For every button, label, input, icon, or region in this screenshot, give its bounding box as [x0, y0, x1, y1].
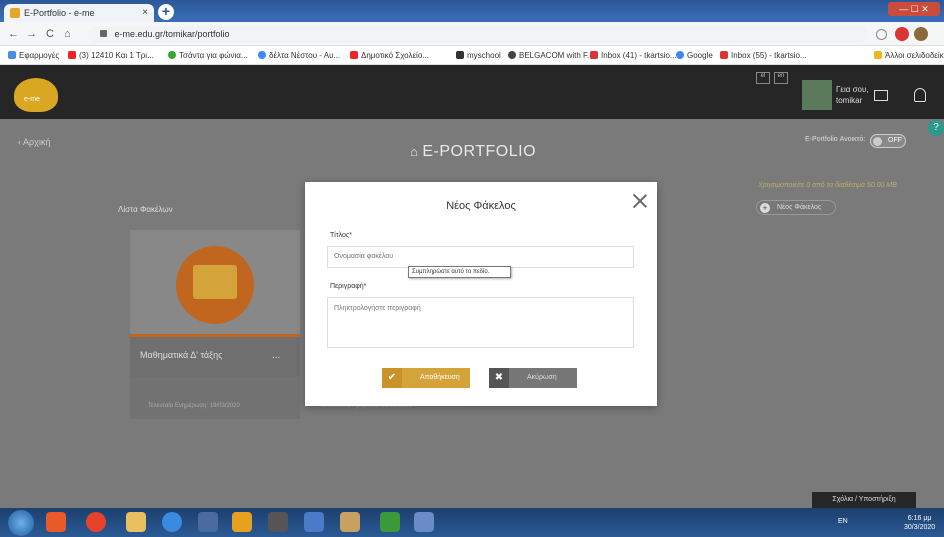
new-folder-modal	[305, 182, 657, 406]
tab-close-icon[interactable]: ×	[142, 7, 148, 18]
bookmark-item[interactable]: Inbox (41) - tkartsio...	[590, 51, 677, 60]
apps-grid-icon	[8, 51, 16, 59]
clock-date: 30/3/2020	[904, 524, 936, 531]
app-icon[interactable]	[414, 512, 434, 532]
lock-icon	[100, 30, 107, 37]
avatar[interactable]	[802, 80, 832, 110]
folder-icon	[193, 265, 237, 299]
lang-en-button[interactable]: en	[774, 72, 788, 84]
app-icon[interactable]	[380, 512, 400, 532]
e-me-logo[interactable]: e-me	[14, 78, 58, 112]
bookmark-apps[interactable]: Εφαρμογές	[8, 51, 59, 60]
bookmark-item[interactable]: BELGACOM with F...	[508, 51, 594, 60]
bookmark-item[interactable]: Τσάντα για φώνια...	[168, 51, 248, 60]
clock-time: 6:16 μμ	[907, 515, 932, 522]
help-icon[interactable]: ?	[928, 120, 944, 136]
clock[interactable]: 6:16 μμ 30/3/2020	[904, 514, 935, 532]
app-icon[interactable]	[198, 512, 218, 532]
validation-tooltip: Συμπληρώστε αυτό το πεδίο.	[408, 266, 511, 278]
chrome-icon[interactable]	[86, 512, 106, 532]
user-greeting[interactable]: Γεια σου, tomikar	[836, 84, 869, 106]
description-label: Περιγραφή*	[330, 283, 367, 290]
card-meta	[130, 377, 300, 419]
ie-icon[interactable]	[162, 512, 182, 532]
folder-title-input[interactable]: Ονομασία φακέλου	[327, 246, 634, 268]
bookmark-item[interactable]: Google	[676, 51, 713, 60]
portfolio-open-toggle[interactable]: OFF	[870, 134, 906, 148]
bookmarks-bar: Εφαρμογές (3) 12410 Και 1 Τρι... Τσάντα …	[0, 46, 944, 65]
page-title: ⌂ E-PORTFOLIO	[410, 143, 537, 160]
pi-icon	[456, 51, 464, 59]
tab-title: E-Portfolio - e-me	[24, 8, 95, 18]
site-icon	[168, 51, 176, 59]
bell-icon[interactable]	[914, 88, 926, 102]
gmail-icon	[720, 51, 728, 59]
support-button[interactable]: Σχόλια / Υποστήριξη	[812, 492, 916, 508]
browser-tab[interactable]: E-Portfolio - e-me ×	[4, 4, 154, 22]
close-icon: ✖	[489, 368, 509, 388]
star-icon[interactable]	[876, 29, 887, 40]
back-arrow-icon[interactable]: ←	[8, 28, 19, 40]
new-tab-button[interactable]: +	[158, 4, 174, 20]
window-controls[interactable]: — ☐ ✕	[888, 2, 940, 16]
app-icon[interactable]	[268, 512, 288, 532]
profile-avatar-icon[interactable]	[914, 27, 928, 41]
bookmark-item[interactable]: Inbox (55) - tkartsio...	[720, 51, 807, 60]
home-icon: ⌂	[410, 144, 419, 159]
reload-icon[interactable]: C	[46, 28, 54, 40]
tray-lang[interactable]: EN	[838, 518, 848, 525]
bookmark-item[interactable]: δέλτα Νέστου - Αυ...	[258, 51, 340, 60]
favicon-icon	[10, 8, 20, 18]
modal-title: Νέος Φάκελος	[446, 200, 516, 212]
globe-icon	[508, 51, 516, 59]
url-bar[interactable]: e-me.edu.gr/tomikar/portfolio	[88, 26, 868, 43]
app-icon[interactable]	[304, 512, 324, 532]
bookmark-item[interactable]: Δημοτικό Σχολείο...	[350, 51, 429, 60]
media-icon[interactable]	[46, 512, 66, 532]
greeting-line: Γεια σου,	[836, 85, 869, 94]
cancel-button[interactable]: ✖ Ακύρωση	[489, 368, 577, 388]
start-button[interactable]	[8, 510, 34, 536]
bookmark-item[interactable]: myschool	[456, 51, 501, 60]
lang-el-button[interactable]: el	[756, 72, 770, 84]
google-icon	[676, 51, 684, 59]
youtube-icon	[350, 51, 358, 59]
extension-icon[interactable]	[895, 27, 909, 41]
app-icon[interactable]	[232, 512, 252, 532]
card-menu-button[interactable]: ...	[272, 350, 280, 361]
home-icon[interactable]: ⌂	[64, 28, 71, 40]
close-icon[interactable]	[632, 193, 648, 209]
folder-description-input[interactable]: Πληκτρολογήστε περιγραφή	[327, 297, 634, 348]
new-folder-button[interactable]: + Νέος Φάκελος	[756, 200, 836, 215]
last-modified: Τελευταία Ενημέρωση: 19/03/2020	[148, 403, 240, 409]
mail-icon[interactable]	[874, 90, 888, 101]
folder-icon	[874, 51, 882, 59]
explorer-folder-icon[interactable]	[126, 512, 146, 532]
portfolio-open-label: E-Portfolio Ανοικτό:	[805, 136, 866, 143]
url-text: e-me.edu.gr/tomikar/portfolio	[114, 29, 230, 39]
toggle-knob	[873, 137, 882, 146]
folder-name[interactable]: Μαθηματικά Δ' τάξης	[140, 350, 223, 360]
app-icon[interactable]	[340, 512, 360, 532]
title-label: Τίτλος*	[330, 232, 352, 239]
folder-list-title: Λίστα Φακέλων	[118, 205, 173, 214]
storage-usage: Χρησιμοποιείτε 0 από τα διαθέσιμα 50.00 …	[758, 182, 897, 189]
google-icon	[258, 51, 266, 59]
username: tomikar	[836, 96, 863, 105]
gmail-icon	[590, 51, 598, 59]
other-bookmarks[interactable]: Άλλοι σελιδοδείκτες	[874, 51, 944, 60]
check-icon: ✔	[382, 368, 402, 388]
back-link[interactable]: ‹ Αρχική	[18, 137, 50, 147]
forward-arrow-icon[interactable]: →	[26, 28, 37, 40]
bookmark-item[interactable]: (3) 12410 Και 1 Τρι...	[68, 51, 154, 60]
save-button[interactable]: ✔ Αποθήκευση	[382, 368, 470, 388]
youtube-icon	[68, 51, 76, 59]
plus-icon: +	[760, 203, 770, 213]
